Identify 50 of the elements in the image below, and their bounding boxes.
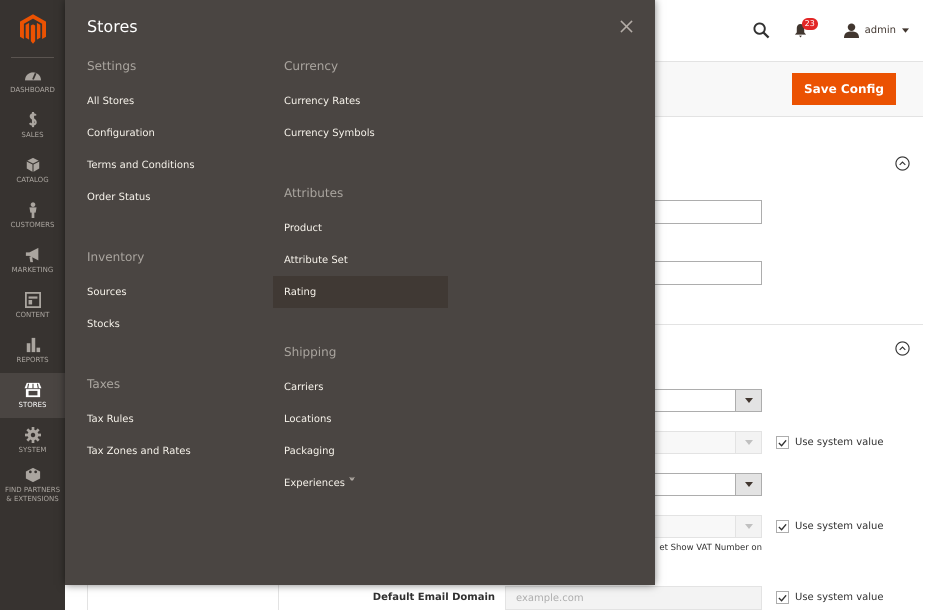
menu-item[interactable]: Configuration — [76, 117, 251, 149]
menu-item[interactable]: Currency Symbols — [273, 117, 448, 149]
user-icon — [844, 23, 859, 38]
caret-icon — [902, 28, 909, 34]
layout-icon — [24, 292, 42, 308]
box-icon — [24, 156, 42, 172]
menu-item[interactable]: Terms and Conditions — [76, 149, 251, 181]
field-note: et Show VAT Number on — [659, 543, 762, 553]
storefront-icon — [24, 382, 42, 398]
megaphone-icon — [24, 246, 42, 262]
menu-item[interactable]: Carriers — [273, 371, 448, 403]
menu-item[interactable]: Packaging — [273, 435, 448, 467]
menu-group-title: Taxes — [87, 376, 122, 393]
field-label: Default Email Domain — [372, 592, 495, 603]
bell-icon[interactable] — [794, 23, 807, 38]
menu-item[interactable]: Order Status — [76, 181, 251, 213]
logo-icon[interactable] — [20, 14, 46, 44]
checkmark-icon — [778, 522, 787, 530]
menu-item[interactable]: Stocks — [76, 308, 251, 340]
menu-group-title: Settings — [87, 58, 138, 75]
menu-group-title: Shipping — [284, 344, 338, 361]
checkmark-icon — [778, 438, 787, 446]
menu-item[interactable]: Attribute Set — [273, 244, 448, 276]
menu-item[interactable]: Experiences — [273, 467, 448, 499]
menu-item[interactable]: Locations — [273, 403, 448, 435]
menu-group-title: Currency — [284, 58, 340, 75]
menu-item[interactable]: Tax Zones and Rates — [76, 435, 251, 467]
save-config-button[interactable]: Save Config — [792, 73, 896, 106]
caret-icon — [744, 482, 752, 487]
menu-group-title: Inventory — [87, 249, 146, 266]
collapse-icon[interactable] — [895, 341, 910, 356]
gear-icon — [24, 426, 42, 442]
menu-item[interactable]: All Stores — [76, 85, 251, 117]
user-menu[interactable]: admin — [844, 23, 909, 38]
menu-title: Stores — [87, 16, 138, 36]
menu-item[interactable]: Sources — [76, 276, 251, 308]
caret-icon — [744, 440, 752, 445]
menu-item[interactable]: Product — [273, 212, 448, 244]
search-icon[interactable] — [752, 22, 770, 40]
caret-icon — [744, 398, 752, 403]
caret-icon — [744, 524, 752, 529]
blocks-icon — [24, 467, 42, 483]
close-icon[interactable] — [620, 20, 633, 32]
menu-item[interactable]: Tax Rules — [76, 403, 251, 435]
menu-item[interactable]: Rating — [273, 276, 448, 308]
notification-count: 23 — [802, 18, 818, 30]
checkmark-icon — [778, 594, 787, 602]
menu-item[interactable]: Currency Rates — [273, 85, 448, 117]
menu-group-title: Attributes — [284, 185, 344, 202]
collapse-icon[interactable] — [895, 156, 910, 171]
